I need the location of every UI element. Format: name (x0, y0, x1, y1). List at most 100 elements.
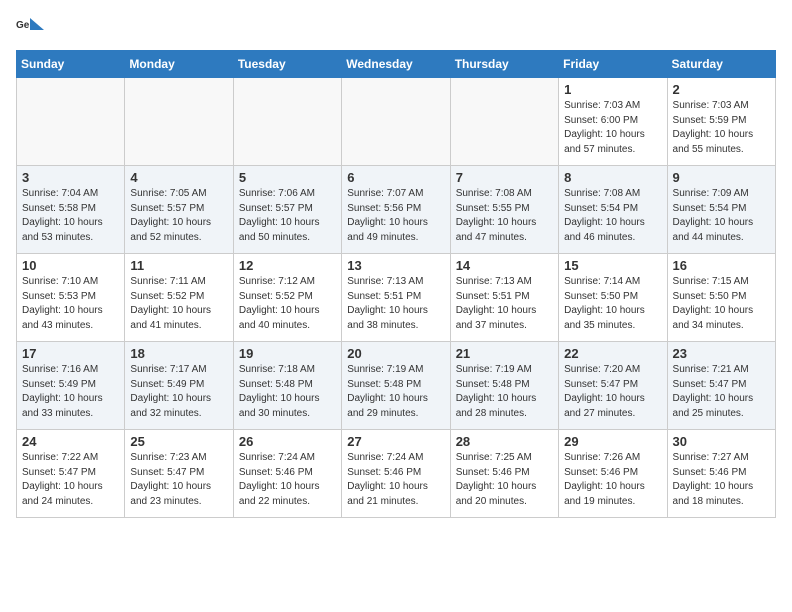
day-number: 10 (22, 258, 119, 273)
day-number: 14 (456, 258, 553, 273)
column-header-wednesday: Wednesday (342, 51, 450, 78)
day-number: 22 (564, 346, 661, 361)
calendar-week-2: 3 Sunrise: 7:04 AM Sunset: 5:58 PM Daylig… (17, 166, 776, 254)
day-info: Sunrise: 7:23 AM Sunset: 5:47 PM Dayligh… (130, 451, 227, 509)
column-header-saturday: Saturday (667, 51, 775, 78)
day-info: Sunrise: 7:05 AM Sunset: 5:57 PM Dayligh… (130, 187, 227, 245)
day-number: 2 (673, 82, 770, 97)
day-info: Sunrise: 7:08 AM Sunset: 5:55 PM Dayligh… (456, 187, 553, 245)
day-number: 4 (130, 170, 227, 185)
calendar-cell (342, 78, 450, 166)
day-info: Sunrise: 7:07 AM Sunset: 5:56 PM Dayligh… (347, 187, 444, 245)
calendar-cell: 5Sunrise: 7:06 AM Sunset: 5:57 PM Daylig… (233, 166, 341, 254)
day-number: 29 (564, 434, 661, 449)
calendar-cell: 7 Sunrise: 7:08 AM Sunset: 5:55 PM Daylig… (450, 166, 558, 254)
calendar-cell: 8 Sunrise: 7:08 AM Sunset: 5:54 PM Daylig… (559, 166, 667, 254)
calendar-header-row: SundayMondayTuesdayWednesdayThursdayFrid… (17, 51, 776, 78)
day-info: Sunrise: 7:12 AM Sunset: 5:52 PM Dayligh… (239, 275, 336, 333)
day-info: Sunrise: 7:04 AM Sunset: 5:58 PM Dayligh… (22, 187, 119, 245)
day-number: 8 (564, 170, 661, 185)
calendar-cell: 18 Sunrise: 7:17 AM Sunset: 5:49 PM Dayli… (125, 342, 233, 430)
logo: Gen (16, 16, 48, 38)
day-info: Sunrise: 7:19 AM Sunset: 5:48 PM Dayligh… (456, 363, 553, 421)
calendar-cell (17, 78, 125, 166)
day-info: Sunrise: 7:20 AM Sunset: 5:47 PM Dayligh… (564, 363, 661, 421)
day-number: 27 (347, 434, 444, 449)
day-info: Sunrise: 7:19 AM Sunset: 5:48 PM Dayligh… (347, 363, 444, 421)
calendar-cell: 15 Sunrise: 7:14 AM Sunset: 5:50 PM Dayli… (559, 254, 667, 342)
calendar-cell: 1 Sunrise: 7:03 AM Sunset: 6:00 PM Daylig… (559, 78, 667, 166)
day-info: Sunrise: 7:27 AM Sunset: 5:46 PM Dayligh… (673, 451, 770, 509)
page-header: Gen (16, 16, 776, 38)
day-info: Sunrise: 7:03 AM Sunset: 5:59 PM Dayligh… (673, 99, 770, 157)
column-header-monday: Monday (125, 51, 233, 78)
calendar-cell (450, 78, 558, 166)
calendar-cell: 4 Sunrise: 7:05 AM Sunset: 5:57 PM Daylig… (125, 166, 233, 254)
day-info: Sunrise: 7:25 AM Sunset: 5:46 PM Dayligh… (456, 451, 553, 509)
calendar-cell: 30 Sunrise: 7:27 AM Sunset: 5:46 PM Dayli… (667, 430, 775, 518)
calendar-cell: 29 Sunrise: 7:26 AM Sunset: 5:46 PM Dayli… (559, 430, 667, 518)
calendar-cell: 3 Sunrise: 7:04 AM Sunset: 5:58 PM Daylig… (17, 166, 125, 254)
day-info: Sunrise: 7:26 AM Sunset: 5:46 PM Dayligh… (564, 451, 661, 509)
logo-icon: Gen (16, 16, 44, 38)
day-info: Sunrise: 7:17 AM Sunset: 5:49 PM Dayligh… (130, 363, 227, 421)
day-number: 20 (347, 346, 444, 361)
day-info: Sunrise: 7:24 AM Sunset: 5:46 PM Dayligh… (239, 451, 336, 509)
day-number: 26 (239, 434, 336, 449)
calendar-cell: 26 Sunrise: 7:24 AM Sunset: 5:46 PM Dayli… (233, 430, 341, 518)
day-number: 17 (22, 346, 119, 361)
calendar-cell: 11Sunrise: 7:11 AM Sunset: 5:52 PM Dayli… (125, 254, 233, 342)
column-header-friday: Friday (559, 51, 667, 78)
day-number: 15 (564, 258, 661, 273)
calendar-week-5: 24 Sunrise: 7:22 AM Sunset: 5:47 PM Dayli… (17, 430, 776, 518)
calendar-cell: 27 Sunrise: 7:24 AM Sunset: 5:46 PM Dayli… (342, 430, 450, 518)
calendar-cell (125, 78, 233, 166)
day-number: 19 (239, 346, 336, 361)
day-info: Sunrise: 7:08 AM Sunset: 5:54 PM Dayligh… (564, 187, 661, 245)
day-number: 21 (456, 346, 553, 361)
day-number: 13 (347, 258, 444, 273)
day-info: Sunrise: 7:16 AM Sunset: 5:49 PM Dayligh… (22, 363, 119, 421)
day-number: 30 (673, 434, 770, 449)
day-number: 6 (347, 170, 444, 185)
day-info: Sunrise: 7:18 AM Sunset: 5:48 PM Dayligh… (239, 363, 336, 421)
day-number: 25 (130, 434, 227, 449)
day-info: Sunrise: 7:22 AM Sunset: 5:47 PM Dayligh… (22, 451, 119, 509)
day-info: Sunrise: 7:14 AM Sunset: 5:50 PM Dayligh… (564, 275, 661, 333)
calendar-cell: 23 Sunrise: 7:21 AM Sunset: 5:47 PM Dayli… (667, 342, 775, 430)
calendar-cell: 12 Sunrise: 7:12 AM Sunset: 5:52 PM Dayli… (233, 254, 341, 342)
day-info: Sunrise: 7:24 AM Sunset: 5:46 PM Dayligh… (347, 451, 444, 509)
day-number: 28 (456, 434, 553, 449)
column-header-thursday: Thursday (450, 51, 558, 78)
day-number: 24 (22, 434, 119, 449)
day-info: Sunrise: 7:13 AM Sunset: 5:51 PM Dayligh… (456, 275, 553, 333)
calendar-cell: 17 Sunrise: 7:16 AM Sunset: 5:49 PM Dayli… (17, 342, 125, 430)
day-number: 1 (564, 82, 661, 97)
day-number: 9 (673, 170, 770, 185)
calendar-cell: 19 Sunrise: 7:18 AM Sunset: 5:48 PM Dayli… (233, 342, 341, 430)
column-header-tuesday: Tuesday (233, 51, 341, 78)
day-info: Sunrise: 7:15 AM Sunset: 5:50 PM Dayligh… (673, 275, 770, 333)
calendar-cell: 24 Sunrise: 7:22 AM Sunset: 5:47 PM Dayli… (17, 430, 125, 518)
day-info: Sunrise: 7:06 AM Sunset: 5:57 PM Dayligh… (239, 187, 336, 245)
day-info: Sunrise: 7:03 AM Sunset: 6:00 PM Dayligh… (564, 99, 661, 157)
calendar-cell: 22 Sunrise: 7:20 AM Sunset: 5:47 PM Dayli… (559, 342, 667, 430)
day-info: Sunrise: 7:11 AM Sunset: 5:52 PM Dayligh… (130, 275, 227, 333)
day-number: 12 (239, 258, 336, 273)
calendar-cell: 25 Sunrise: 7:23 AM Sunset: 5:47 PM Dayli… (125, 430, 233, 518)
calendar-week-4: 17 Sunrise: 7:16 AM Sunset: 5:49 PM Dayli… (17, 342, 776, 430)
calendar-cell: 2 Sunrise: 7:03 AM Sunset: 5:59 PM Daylig… (667, 78, 775, 166)
day-info: Sunrise: 7:13 AM Sunset: 5:51 PM Dayligh… (347, 275, 444, 333)
day-info: Sunrise: 7:10 AM Sunset: 5:53 PM Dayligh… (22, 275, 119, 333)
day-number: 23 (673, 346, 770, 361)
day-number: 3 (22, 170, 119, 185)
calendar-cell: 21 Sunrise: 7:19 AM Sunset: 5:48 PM Dayli… (450, 342, 558, 430)
calendar-cell: 16Sunrise: 7:15 AM Sunset: 5:50 PM Dayli… (667, 254, 775, 342)
day-number: 7 (456, 170, 553, 185)
calendar-cell: 20 Sunrise: 7:19 AM Sunset: 5:48 PM Dayli… (342, 342, 450, 430)
day-number: 18 (130, 346, 227, 361)
day-info: Sunrise: 7:21 AM Sunset: 5:47 PM Dayligh… (673, 363, 770, 421)
calendar-cell: 13 Sunrise: 7:13 AM Sunset: 5:51 PM Dayli… (342, 254, 450, 342)
calendar-cell (233, 78, 341, 166)
calendar-week-3: 10 Sunrise: 7:10 AM Sunset: 5:53 PM Dayli… (17, 254, 776, 342)
